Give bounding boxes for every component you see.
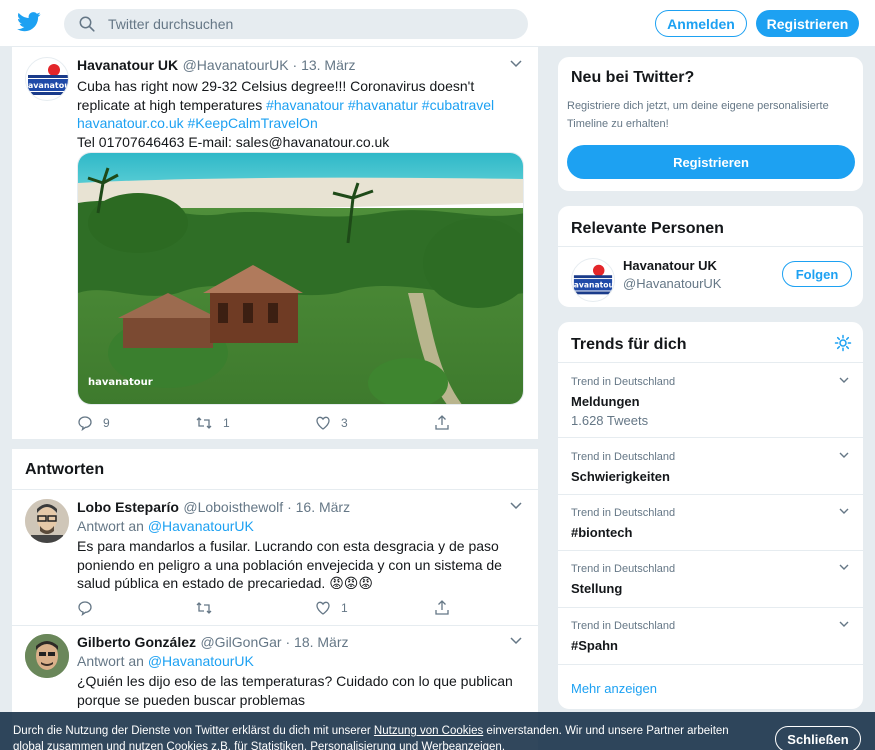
top-bar: Anmelden Registrieren	[0, 0, 875, 47]
main-tweet[interactable]: havanatour Havanatour UK @HavanatourUK ·…	[12, 47, 538, 439]
author-name[interactable]: Lobo Esteparío	[77, 499, 179, 515]
avatar[interactable]: havanatour	[571, 258, 615, 302]
card-text: Registriere dich jetzt, um deine eigene …	[567, 100, 829, 130]
reply-tweet[interactable]: Lobo Esteparío @Loboisthewolf · 16. März…	[12, 490, 538, 625]
card-title: Relevante Personen	[571, 220, 724, 237]
cookie-text: Durch die Nutzung der Dienste von Twitte…	[13, 725, 729, 750]
gear-icon[interactable]	[834, 334, 852, 352]
person-name[interactable]: Havanatour UK	[623, 258, 717, 273]
avatar[interactable]	[25, 634, 69, 678]
avatar[interactable]: havanatour	[25, 57, 69, 101]
avatar[interactable]	[25, 499, 69, 543]
like-action[interactable]: 3	[315, 415, 348, 431]
person-icon	[25, 634, 69, 678]
share-action[interactable]	[434, 600, 460, 616]
svg-text:havanatour: havanatour	[26, 81, 69, 90]
share-icon	[435, 415, 449, 430]
person-icon	[25, 499, 69, 543]
chevron-down-icon[interactable]	[510, 502, 522, 510]
timeline-column: havanatour Havanatour UK @HavanatourUK ·…	[12, 47, 538, 750]
reply-to-line: Antwort an @HavanatourUK	[77, 518, 254, 534]
relevant-people-card: Relevante Personen havanatour Havanatour…	[557, 205, 864, 308]
login-button[interactable]: Anmelden	[655, 10, 747, 37]
close-cookie-button[interactable]: Schließen	[775, 726, 861, 750]
tweet-actions: 1	[77, 600, 457, 620]
chevron-down-icon[interactable]	[839, 621, 849, 628]
chevron-down-icon[interactable]	[839, 452, 849, 459]
follow-button[interactable]: Folgen	[782, 261, 852, 287]
author-handle[interactable]: @Loboisthewolf · 16. März	[183, 499, 350, 515]
author-name[interactable]: Gilberto González	[77, 634, 196, 650]
tweet-header: Havanatour UK @HavanatourUK · 13. März	[77, 57, 356, 75]
retweet-action[interactable]	[195, 600, 223, 616]
retweet-icon	[196, 417, 212, 429]
trend-item[interactable]: Trend in Deutschland Stellung	[558, 550, 863, 607]
reply-icon	[78, 601, 92, 616]
person-handle[interactable]: @HavanatourUK	[623, 276, 721, 291]
author-name[interactable]: Havanatour UK	[77, 57, 178, 73]
tweet-header: Gilberto González @GilGonGar · 18. März	[77, 634, 349, 652]
share-icon	[435, 600, 449, 615]
trends-card: Trends für dich Trend in Deutschland Mel…	[557, 321, 864, 710]
new-to-twitter-card: Neu bei Twitter? Registriere dich jetzt,…	[557, 56, 864, 192]
tweet-image[interactable]: havanatour	[77, 152, 524, 405]
trend-item[interactable]: Trend in Deutschland #biontech	[558, 494, 863, 550]
reply-to-link[interactable]: @HavanatourUK	[148, 653, 254, 669]
reply-action[interactable]	[77, 600, 103, 616]
trend-item[interactable]: Trend in Deutschland Meldungen 1.628 Twe…	[558, 362, 863, 437]
chevron-down-icon[interactable]	[839, 377, 849, 384]
angry-emoji: 😡😡😡	[329, 575, 373, 591]
register-button[interactable]: Registrieren	[567, 145, 855, 179]
card-title: Neu bei Twitter?	[571, 69, 695, 86]
search-icon	[79, 16, 95, 32]
share-action[interactable]	[434, 415, 460, 431]
reply-icon	[78, 416, 92, 431]
retweet-action[interactable]: 1	[195, 415, 230, 431]
search-box[interactable]	[64, 9, 528, 39]
image-watermark: havanatour	[88, 377, 153, 388]
register-button[interactable]: Registrieren	[756, 10, 859, 37]
divider	[558, 246, 863, 247]
chevron-down-icon[interactable]	[510, 60, 522, 68]
tweet-text: ¿Quién les dijo eso de las temperaturas?…	[77, 673, 513, 708]
retweet-icon	[196, 602, 212, 614]
heart-icon	[316, 416, 330, 430]
chevron-down-icon[interactable]	[510, 637, 522, 645]
like-action[interactable]: 1	[315, 600, 348, 616]
card-title: Trends für dich	[571, 336, 687, 353]
tweet-header: Lobo Esteparío @Loboisthewolf · 16. März	[77, 499, 350, 517]
cookie-policy-link[interactable]: Nutzung von Cookies	[374, 725, 483, 737]
beach-image: havanatour	[78, 153, 523, 404]
reply-action[interactable]: 9	[77, 415, 110, 431]
show-more-link[interactable]: Mehr anzeigen	[571, 681, 657, 696]
tweet-text: Es para mandarlos a fusilar. Lucrando co…	[77, 538, 502, 591]
havanatour-logo-icon: havanatour	[26, 64, 69, 95]
tweet-actions: 9 1 3	[77, 415, 457, 435]
trend-item[interactable]: Trend in Deutschland Schwierigkeiten	[558, 437, 863, 494]
author-handle[interactable]: @HavanatourUK · 13. März	[183, 57, 356, 73]
tweet-text: Cuba has right now 29-32 Celsius degree!…	[77, 78, 495, 150]
reply-to-link[interactable]: @HavanatourUK	[148, 518, 254, 534]
search-input[interactable]	[108, 9, 508, 39]
svg-text:havanatour: havanatour	[572, 281, 614, 290]
havanatour-logo-icon: havanatour	[572, 264, 614, 295]
show-more[interactable]: Mehr anzeigen	[558, 664, 863, 709]
heart-icon	[316, 601, 330, 615]
trend-item[interactable]: Trend in Deutschland #Spahn	[558, 607, 863, 664]
author-handle[interactable]: @GilGonGar · 18. März	[200, 634, 348, 650]
chevron-down-icon[interactable]	[839, 564, 849, 571]
divider	[12, 439, 538, 449]
twitter-logo-icon[interactable]	[17, 12, 41, 32]
replies-title: Antworten	[25, 461, 105, 478]
chevron-down-icon[interactable]	[839, 508, 849, 515]
reply-to-line: Antwort an @HavanatourUK	[77, 653, 254, 669]
cookie-banner: Durch die Nutzung der Dienste von Twitte…	[0, 712, 875, 750]
